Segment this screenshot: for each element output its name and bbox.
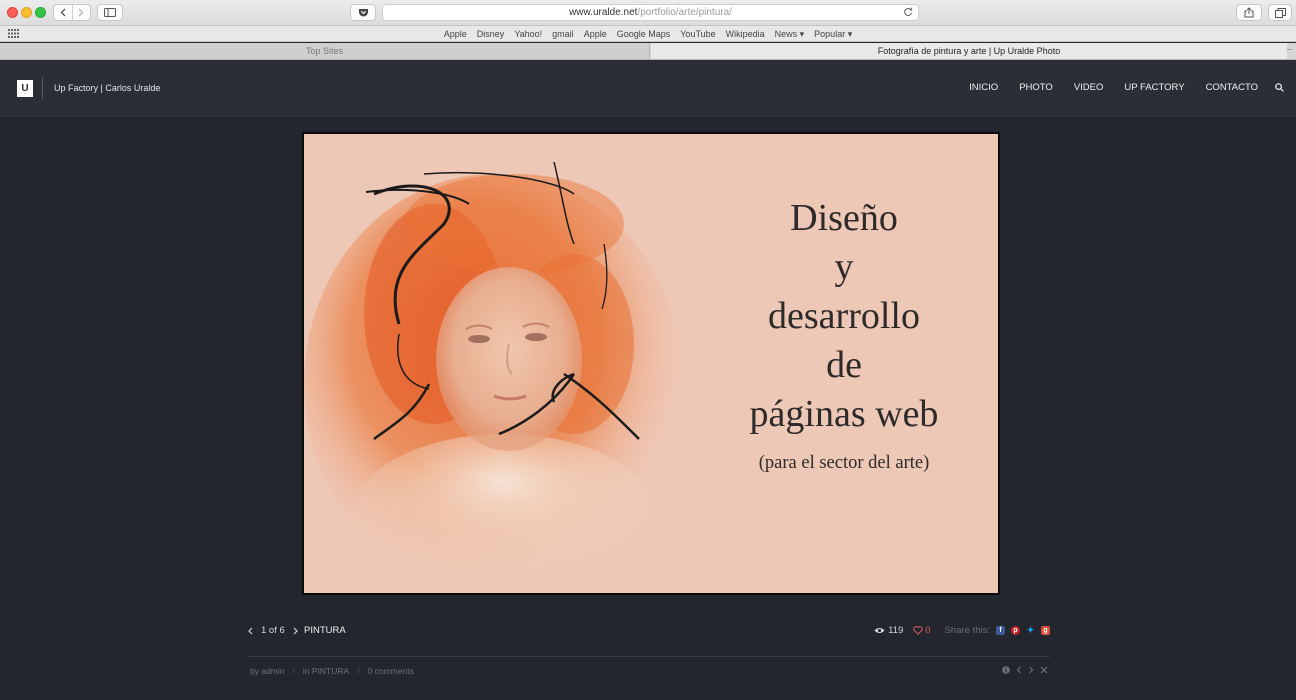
info-icon[interactable] bbox=[1002, 666, 1010, 674]
logo-divider bbox=[42, 77, 43, 100]
favorite-news-folder[interactable]: News ▾ bbox=[770, 29, 810, 40]
category-link[interactable]: PINTURA bbox=[304, 625, 346, 636]
byline-category-link[interactable]: in PINTURA bbox=[303, 666, 349, 676]
close-icon[interactable] bbox=[1040, 666, 1048, 674]
favorite-apple[interactable]: Apple bbox=[439, 29, 472, 40]
byline-separator-2: / bbox=[357, 666, 360, 676]
twitter-share-icon[interactable]: ✦ bbox=[1026, 626, 1035, 635]
tabs-icon bbox=[1274, 7, 1286, 18]
hero-line-2: y bbox=[834, 246, 854, 288]
new-tab-button[interactable]: – bbox=[1287, 43, 1296, 59]
close-window-button[interactable] bbox=[7, 7, 18, 18]
view-count-value: 119 bbox=[888, 625, 904, 636]
nav-video[interactable]: VIDEO bbox=[1074, 82, 1104, 93]
url-host: www.uralde.net bbox=[569, 7, 638, 18]
hero-line-5: páginas web bbox=[749, 393, 939, 435]
search-icon[interactable] bbox=[1275, 83, 1284, 92]
nav-inicio[interactable]: INICIO bbox=[969, 82, 998, 93]
hero-subtitle: (para el sector del arte) bbox=[758, 453, 930, 473]
sidebar-icon bbox=[104, 8, 116, 17]
pocket-icon bbox=[358, 8, 368, 16]
favorite-gmail[interactable]: gmail bbox=[547, 29, 579, 40]
author-link[interactable]: by admin bbox=[250, 666, 285, 676]
site-header: U Up Factory | Carlos Uralde INICIO PHOT… bbox=[0, 60, 1296, 117]
favorite-youtube[interactable]: YouTube bbox=[675, 29, 720, 40]
pager-count: 1 of 6 bbox=[261, 625, 285, 636]
chevron-right-icon bbox=[79, 8, 84, 17]
favorite-google-maps[interactable]: Google Maps bbox=[612, 29, 676, 40]
tab-current-page[interactable]: Fotografía de pintura y arte | Up Uralde… bbox=[651, 43, 1287, 59]
chevron-left-icon bbox=[60, 8, 66, 17]
post-stats: 119 0 Share this: f p ✦ g bbox=[874, 625, 1050, 636]
browser-toolbar: www.uralde.net/portfolio/arte/pintura/ bbox=[0, 0, 1296, 26]
site-logo[interactable]: U bbox=[17, 80, 33, 97]
post-meta: 1 of 6 PINTURA 119 0 Share this: f p ✦ g bbox=[248, 625, 1050, 639]
pinterest-share-icon[interactable]: p bbox=[1011, 626, 1020, 635]
share-button[interactable] bbox=[1236, 4, 1262, 21]
tab-bar: Top Sites Fotografía de pintura y arte |… bbox=[0, 43, 1296, 60]
reload-icon[interactable] bbox=[903, 6, 913, 17]
sidebar-toggle-button[interactable] bbox=[97, 4, 123, 21]
favorites-bar: Apple Disney Yahoo! gmail Apple Google M… bbox=[0, 26, 1296, 42]
pocket-button[interactable] bbox=[350, 4, 376, 21]
share-icon bbox=[1244, 7, 1254, 18]
like-count: 0 bbox=[925, 625, 931, 636]
gallery-pager: 1 of 6 bbox=[248, 625, 298, 636]
googleplus-share-icon[interactable]: g bbox=[1041, 626, 1050, 635]
nav-up-factory[interactable]: UP FACTORY bbox=[1124, 82, 1184, 93]
prev-arrow-icon[interactable] bbox=[248, 627, 253, 635]
next-arrow-icon[interactable] bbox=[293, 627, 298, 635]
view-count: 119 bbox=[874, 625, 903, 636]
nav-photo[interactable]: PHOTO bbox=[1019, 82, 1053, 93]
byline-separator: / bbox=[292, 666, 295, 676]
favorite-apple-2[interactable]: Apple bbox=[579, 29, 612, 40]
meta-divider bbox=[248, 656, 1050, 657]
tab-top-sites[interactable]: Top Sites bbox=[0, 43, 650, 59]
favorite-popular-folder[interactable]: Popular ▾ bbox=[809, 29, 857, 40]
hero-headline: Diseño y desarrollo de páginas web (para… bbox=[699, 194, 989, 474]
favorite-disney[interactable]: Disney bbox=[472, 29, 510, 40]
heart-icon bbox=[913, 626, 924, 635]
back-button[interactable] bbox=[54, 5, 72, 20]
site-title[interactable]: Up Factory | Carlos Uralde bbox=[54, 83, 160, 93]
favorite-wikipedia[interactable]: Wikipedia bbox=[721, 29, 770, 40]
url-path: /portfolio/arte/pintura/ bbox=[637, 7, 732, 18]
favorite-yahoo[interactable]: Yahoo! bbox=[509, 29, 547, 40]
post-controls bbox=[1002, 666, 1048, 674]
zoom-window-button[interactable] bbox=[35, 7, 46, 18]
like-button[interactable]: 0 bbox=[913, 625, 931, 636]
comments-link[interactable]: 0 comments bbox=[368, 666, 414, 676]
share-label: Share this: bbox=[944, 625, 990, 636]
address-bar[interactable]: www.uralde.net/portfolio/arte/pintura/ bbox=[382, 4, 919, 21]
eye-icon bbox=[874, 628, 885, 633]
minimize-window-button[interactable] bbox=[21, 7, 32, 18]
history-nav bbox=[53, 4, 91, 21]
nav-contacto[interactable]: CONTACTO bbox=[1206, 82, 1258, 93]
featured-artwork[interactable]: Diseño y desarrollo de páginas web (para… bbox=[302, 132, 1000, 595]
hero-line-4: de bbox=[826, 344, 862, 386]
show-tabs-button[interactable] bbox=[1268, 4, 1292, 21]
hero-line-3: desarrollo bbox=[768, 295, 920, 337]
prev-post-icon[interactable] bbox=[1016, 666, 1022, 674]
next-post-icon[interactable] bbox=[1028, 666, 1034, 674]
favorites-list: Apple Disney Yahoo! gmail Apple Google M… bbox=[0, 29, 1296, 40]
forward-button[interactable] bbox=[71, 5, 90, 20]
post-byline: by admin / in PINTURA / 0 comments bbox=[250, 666, 414, 676]
hero-line-1: Diseño bbox=[790, 197, 898, 239]
main-nav: INICIO PHOTO VIDEO UP FACTORY CONTACTO bbox=[969, 82, 1258, 93]
facebook-share-icon[interactable]: f bbox=[996, 626, 1005, 635]
